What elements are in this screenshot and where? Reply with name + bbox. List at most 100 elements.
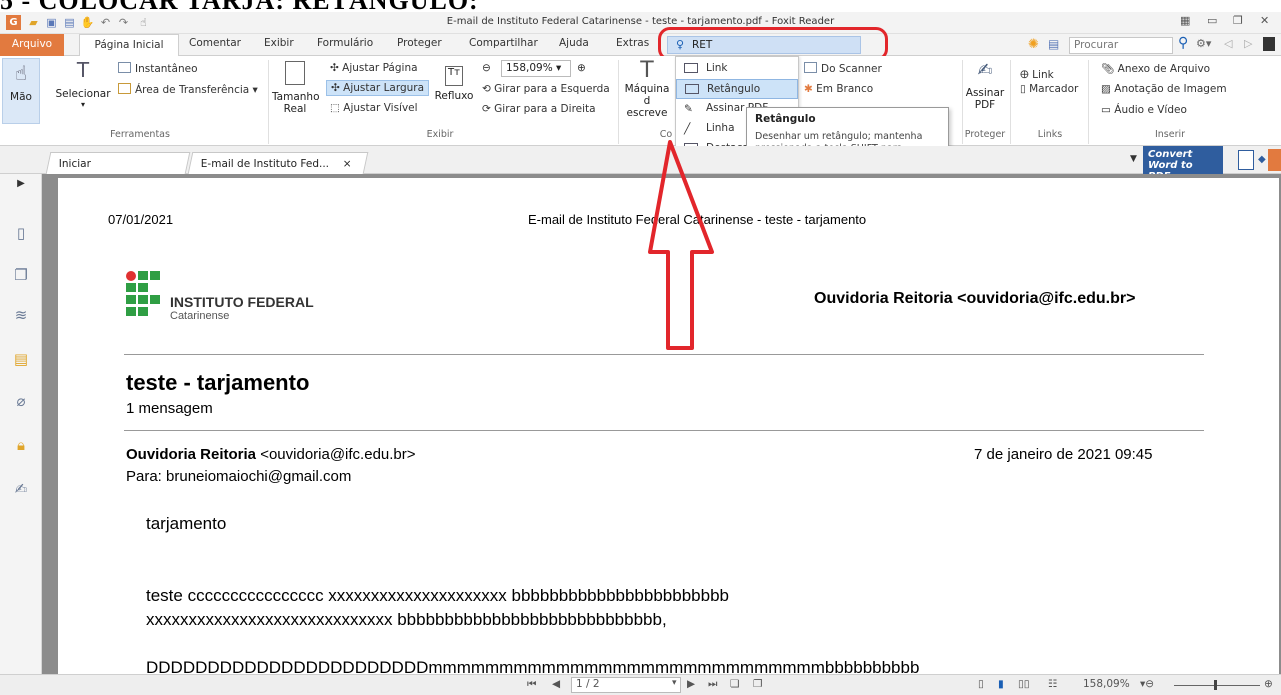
ajustar-pagina-button[interactable]: ✣ Ajustar Página: [330, 62, 418, 74]
tab-arquivo[interactable]: Arquivo: [0, 34, 64, 56]
last-page-icon[interactable]: ⏭: [708, 678, 717, 691]
tab-exibir[interactable]: Exibir: [264, 37, 294, 49]
ouvidoria-header: Ouvidoria Reitoria <ouvidoria@ifc.edu.br…: [814, 290, 1136, 307]
layers-icon[interactable]: ≋: [12, 306, 30, 324]
tab-formulario[interactable]: Formulário: [317, 37, 373, 49]
zoom-value: 158,09%: [506, 62, 553, 74]
prev-icon[interactable]: ◁: [1224, 37, 1232, 50]
tamanho-real-button[interactable]: Tamanho Real: [272, 58, 320, 126]
tab-compartilhar[interactable]: Compartilhar: [469, 37, 538, 49]
first-page-icon[interactable]: ⏮: [527, 678, 536, 691]
result-link[interactable]: Link: [676, 59, 798, 79]
single-page-icon[interactable]: ▯: [978, 678, 984, 690]
continuous-page-icon[interactable]: ▮: [998, 678, 1004, 690]
bookmark-icon: ▯: [1020, 83, 1030, 95]
layout-icon[interactable]: ▦: [1180, 14, 1190, 27]
zoom-slider-thumb[interactable]: [1214, 680, 1217, 690]
instantaneo-button[interactable]: Instantâneo: [118, 62, 198, 75]
mao-button[interactable]: ☝ Mão: [2, 58, 40, 124]
video-icon: ▭: [1101, 104, 1115, 116]
audio-video-button[interactable]: ▭ Áudio e Vídeo: [1101, 104, 1187, 116]
zoom-level: 158,09%: [1083, 678, 1130, 690]
tab-extras[interactable]: Extras: [616, 37, 649, 49]
lock-icon[interactable]: 🔒︎: [12, 436, 30, 454]
rectangle-icon: [685, 84, 699, 94]
page-thumbnail-icon[interactable]: ▯: [12, 224, 30, 242]
ifc-logo-mark: [126, 271, 160, 316]
restore-icon[interactable]: ❐: [1233, 14, 1243, 27]
next-page-icon[interactable]: ▶: [687, 678, 695, 690]
marcador-button[interactable]: ▯ Marcador: [1020, 83, 1078, 95]
girar-esquerda-label: Girar para a Esquerda: [494, 83, 610, 95]
sun-icon[interactable]: ✺: [1028, 37, 1039, 52]
procurar-input[interactable]: Procurar: [1069, 37, 1173, 54]
zoom-in-small-icon[interactable]: ⊕: [1264, 678, 1273, 690]
escrever-label: escreve: [626, 107, 668, 119]
tabs-dropdown-icon[interactable]: ▼: [1130, 154, 1137, 164]
page-dropdown-icon[interactable]: ▾: [672, 678, 677, 688]
continuous-facing-icon[interactable]: ☷: [1048, 678, 1057, 690]
group-inserir: Inserir: [1154, 129, 1186, 140]
girar-esquerda-button[interactable]: ⟲ Girar para a Esquerda: [482, 83, 610, 95]
girar-direita-button[interactable]: ⟳ Girar para a Direita: [482, 103, 596, 115]
page-number-input[interactable]: 1 / 2: [571, 677, 681, 693]
maquina-escrever-button[interactable]: T Máquina d escreve: [622, 58, 672, 124]
area-transferencia-button[interactable]: Área de Transferência ▾: [118, 83, 258, 96]
view-icon[interactable]: ❐: [753, 678, 762, 690]
selecionar-button[interactable]: T Selecionar ▾: [54, 58, 112, 124]
fit-page-icon: ✣: [330, 62, 343, 74]
anotacao-button[interactable]: ▨ Anotação de Imagem: [1101, 83, 1227, 95]
title-bar: G ▰ ▣ ▤ ✋ ↶ ↷ ☝ E-mail de Instituto Fede…: [0, 12, 1281, 34]
ribbon-separator: [1010, 60, 1011, 144]
attachment-icon[interactable]: ⌀: [12, 392, 30, 410]
pages-icon[interactable]: ❐: [12, 266, 30, 284]
expand-panel-icon[interactable]: ▶: [12, 178, 30, 196]
ajustar-visivel-button[interactable]: ⬚ Ajustar Visível: [330, 102, 418, 114]
mao-label: Mão: [10, 91, 32, 103]
tab-comentar[interactable]: Comentar: [189, 37, 241, 49]
body-line-2: teste cccccccccccccccc xxxxxxxxxxxxxxxxx…: [146, 586, 729, 605]
ajustar-largura-button[interactable]: ✣ Ajustar Largura: [326, 80, 430, 96]
refluxo-label: Refluxo: [434, 90, 474, 102]
anexo-button[interactable]: 📎︎ Anexo de Arquivo: [1101, 62, 1210, 75]
zoom-out-icon[interactable]: ⊖: [482, 62, 491, 74]
search-icon[interactable]: ⚲: [1178, 35, 1188, 51]
pdf-page: 07/01/2021 E-mail de Instituto Federal C…: [58, 178, 1279, 674]
settings-icon[interactable]: ⚙▾: [1196, 37, 1211, 50]
search-folder-icon[interactable]: ▤: [1048, 37, 1059, 51]
from-line: Ouvidoria Reitoria <ouvidoria@ifc.edu.br…: [126, 446, 416, 463]
assinar-pdf-button[interactable]: ✍ Assinar PDF: [964, 58, 1006, 126]
do-scanner-button[interactable]: Do Scanner: [804, 62, 882, 75]
tab-iniciar[interactable]: Iniciar: [45, 152, 191, 174]
logo-name: INSTITUTO FEDERAL: [170, 294, 314, 310]
minimize-icon[interactable]: ▭: [1207, 14, 1217, 27]
tab-ajuda[interactable]: Ajuda: [559, 37, 589, 49]
zoom-slider[interactable]: [1174, 685, 1260, 686]
tab-pagina-inicial[interactable]: Página Inicial: [79, 34, 179, 57]
close-tab-icon[interactable]: ×: [342, 158, 351, 170]
prev-page-icon[interactable]: ◀: [552, 678, 560, 690]
facing-page-icon[interactable]: ▯▯: [1018, 678, 1030, 690]
tab-proteger[interactable]: Proteger: [397, 37, 442, 49]
em-branco-button[interactable]: ✱ Em Branco: [804, 83, 873, 95]
user-icon[interactable]: [1263, 37, 1275, 51]
zoom-in-icon[interactable]: ⊕: [577, 62, 586, 74]
signature-icon[interactable]: ✍: [12, 480, 30, 498]
divider: [124, 430, 1204, 431]
status-bar: ⏮ ◀ 1 / 2 ▾ ▶ ⏭ ❏ ❐ ▯ ▮ ▯▯ ☷ 158,09% ▾⊖ …: [0, 674, 1281, 695]
refluxo-button[interactable]: Tт Refluxo: [432, 58, 476, 124]
result-retangulo[interactable]: Retângulo: [676, 79, 798, 99]
selecionar-label: Selecionar: [55, 88, 111, 100]
link-button[interactable]: 🜨 Link: [1020, 62, 1054, 84]
document-viewport[interactable]: 07/01/2021 E-mail de Instituto Federal C…: [42, 174, 1281, 674]
tab-document[interactable]: E-mail de Instituto Fed... ×: [187, 152, 369, 174]
zoom-out-small-icon[interactable]: ▾⊖: [1140, 678, 1154, 690]
next-icon[interactable]: ▷: [1244, 37, 1252, 50]
copy-view-icon[interactable]: ❏: [730, 678, 739, 690]
comments-icon[interactable]: ▤: [12, 350, 30, 368]
left-toolbar: ▶ ▯ ❐ ≋ ▤ ⌀ 🔒︎ ✍: [0, 174, 42, 674]
group-comentar: Co: [659, 129, 673, 140]
close-icon[interactable]: ✕: [1260, 14, 1269, 27]
zoom-select[interactable]: 158,09% ▾: [501, 60, 571, 77]
group-ferramentas: Ferramentas: [110, 129, 170, 140]
